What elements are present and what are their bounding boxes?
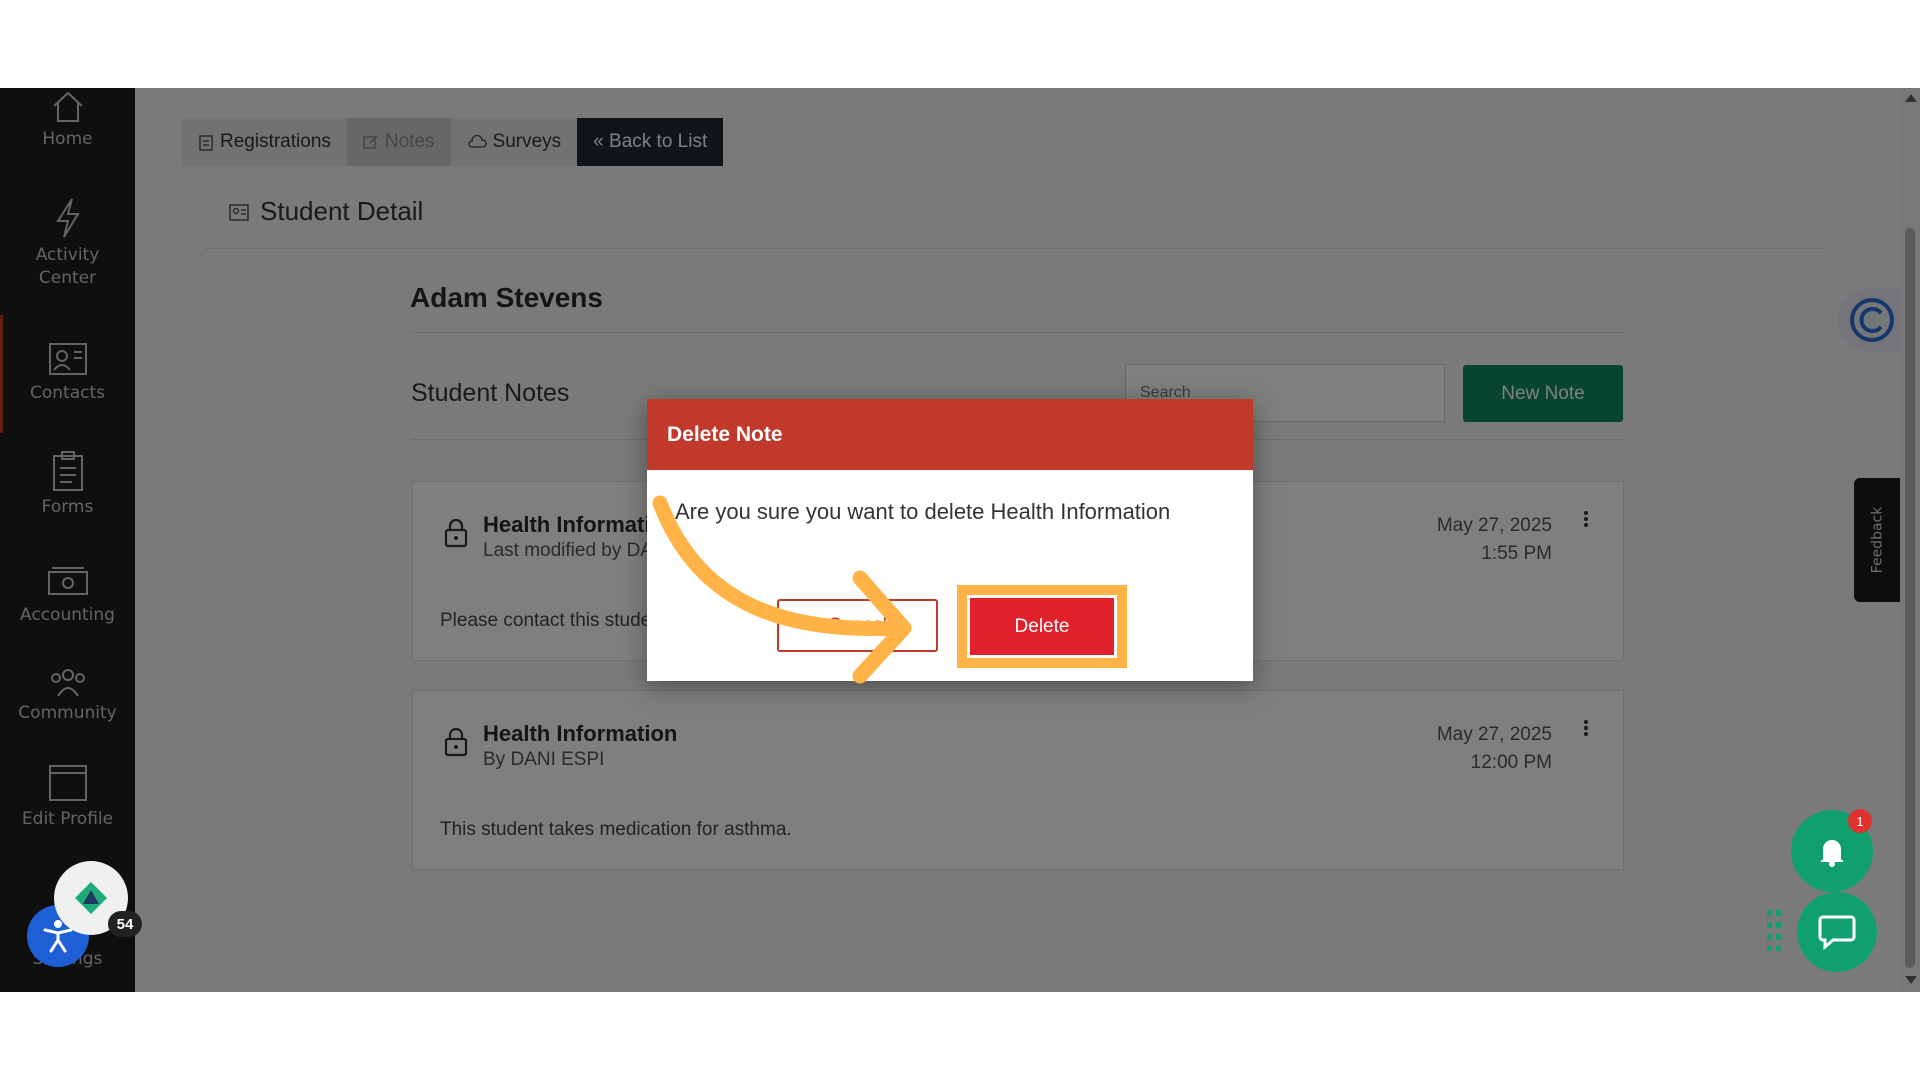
drag-handle[interactable] — [1766, 908, 1782, 952]
delete-button-frame: Delete — [967, 595, 1117, 658]
dialog-message: Are you sure you want to delete Health I… — [675, 499, 1171, 524]
app-window: Home Activity Center Contacts Forms Acco… — [0, 88, 1920, 992]
avatar-count-badge: 54 — [108, 911, 142, 937]
brand-logo-icon — [75, 882, 107, 914]
bell-icon — [1820, 840, 1844, 867]
notification-count-badge: 1 — [1848, 809, 1872, 833]
chat-button[interactable] — [1797, 892, 1877, 972]
delete-note-dialog: Delete Note Are you sure you want to del… — [647, 399, 1253, 681]
delete-button[interactable]: Delete — [970, 598, 1114, 655]
dialog-title: Delete Note — [647, 399, 1253, 470]
chat-bubble-icon — [1818, 915, 1856, 951]
cancel-button[interactable]: Cancel — [777, 599, 938, 652]
grip-icon — [1767, 910, 1781, 951]
delete-button-highlight: Delete — [957, 585, 1127, 668]
